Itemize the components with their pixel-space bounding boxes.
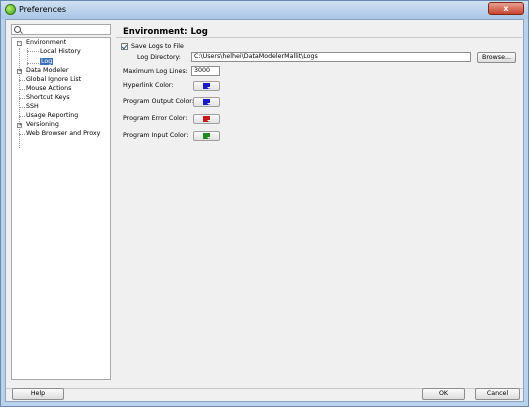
preferences-window: Preferences x - Environment Local Histor…: [0, 0, 529, 407]
tree-item-mouse-actions[interactable]: Mouse Actions: [26, 85, 71, 93]
tree-item-environment[interactable]: Environment: [26, 39, 66, 47]
input-color-label: Program Input Color:: [123, 132, 189, 139]
tree-item-label: Usage Reporting: [26, 112, 79, 119]
tree-item-log[interactable]: Log: [40, 58, 54, 66]
output-color-button[interactable]: [193, 97, 220, 107]
tree-item-label: Local History: [40, 48, 81, 55]
input-color-button[interactable]: [193, 131, 220, 141]
tree-connector: [19, 80, 25, 81]
chevron-down-icon: [207, 103, 211, 105]
tree-connector: [27, 63, 39, 64]
window-title: Preferences: [19, 5, 67, 14]
tree-item-usage-reporting[interactable]: Usage Reporting: [26, 112, 78, 120]
log-directory-field[interactable]: C:\Users\helhei\DataModelerMallit\Logs: [191, 52, 471, 62]
tree-connector: [19, 98, 25, 99]
collapse-icon[interactable]: -: [17, 41, 22, 46]
tree-item-shortcut-keys[interactable]: Shortcut Keys: [26, 94, 70, 102]
tree-item-versioning[interactable]: Versioning: [26, 121, 59, 129]
error-color-button[interactable]: [193, 114, 220, 124]
chevron-down-icon: [207, 120, 211, 122]
tree-connector: [19, 107, 25, 108]
log-directory-label: Log Directory:: [137, 54, 181, 61]
hyperlink-color-label: Hyperlink Color:: [123, 82, 174, 89]
tree-item-label: Mouse Actions: [26, 85, 72, 92]
tree-item-label: SSH: [26, 103, 39, 110]
tree-item-label: Global Ignore List: [26, 76, 82, 83]
title-divider: [116, 37, 522, 38]
cancel-button[interactable]: Cancel: [475, 388, 520, 400]
chevron-down-icon: [207, 137, 211, 139]
error-color-label: Program Error Color:: [123, 115, 188, 122]
tree-item-global-ignore-list[interactable]: Global Ignore List: [26, 76, 81, 84]
title-bar[interactable]: Preferences x: [1, 1, 528, 19]
dialog-body: - Environment Local History Log + Data M…: [5, 19, 524, 402]
browse-button[interactable]: Browse...: [477, 52, 516, 63]
ok-button[interactable]: OK: [422, 388, 465, 400]
tree-item-web-browser-and-proxy[interactable]: Web Browser and Proxy: [26, 130, 100, 138]
tree-item-ssh[interactable]: SSH: [26, 103, 39, 111]
tree-item-label: Web Browser and Proxy: [26, 130, 101, 137]
save-logs-checkbox[interactable]: [121, 43, 128, 50]
tree-connector: [19, 134, 25, 135]
tree-item-label: Log: [40, 58, 54, 65]
search-icon: [14, 26, 21, 33]
app-icon: [5, 4, 16, 15]
chevron-down-icon: [207, 87, 211, 89]
output-color-label: Program Output Color:: [123, 98, 194, 105]
tree-item-label: Versioning: [26, 121, 59, 128]
tree-item-local-history[interactable]: Local History: [40, 48, 81, 56]
tree-connector: [19, 89, 25, 90]
page-title: Environment: Log: [123, 27, 208, 37]
max-log-lines-field[interactable]: 3000: [191, 66, 220, 76]
hyperlink-color-button[interactable]: [193, 81, 220, 91]
expand-icon[interactable]: +: [17, 123, 22, 128]
preferences-tree: - Environment Local History Log + Data M…: [11, 37, 111, 380]
tree-item-label: Data Modeler: [26, 67, 69, 74]
expand-icon[interactable]: +: [17, 69, 22, 74]
save-logs-label: Save Logs to File: [131, 43, 184, 50]
max-log-lines-label: Maximum Log Lines:: [123, 68, 188, 75]
tree-connector: [27, 51, 39, 52]
tree-item-data-modeler[interactable]: Data Modeler: [26, 67, 68, 75]
tree-connector: [19, 116, 25, 117]
search-input[interactable]: [11, 24, 111, 35]
help-button[interactable]: Help: [12, 388, 64, 400]
tree-item-label: Shortcut Keys: [26, 94, 70, 101]
tree-item-label: Environment: [26, 39, 67, 46]
close-button[interactable]: x: [488, 2, 524, 15]
